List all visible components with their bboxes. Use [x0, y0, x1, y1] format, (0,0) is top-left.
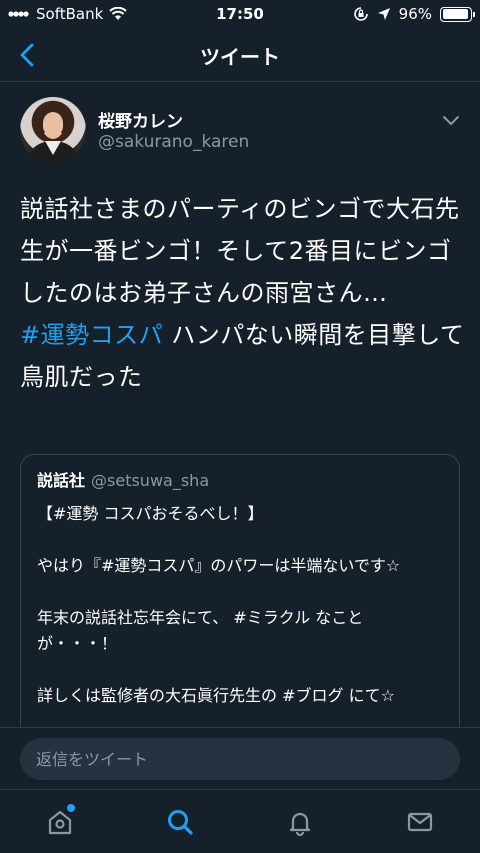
tweet-menu-button[interactable] [442, 112, 462, 126]
quoted-tweet-text: 【#運勢 コスパおそるべし！】やはり『#運勢コスパ』のパワーは半端ないです☆ 年末… [37, 501, 443, 709]
avatar[interactable] [20, 97, 86, 163]
quoted-line-2: やはり『#運勢コスパ』のパワーは半端ないです☆ [37, 556, 401, 575]
chevron-down-icon [443, 116, 459, 126]
quoted-author-name: 説話社 [37, 471, 86, 490]
orientation-lock-icon [353, 7, 368, 21]
battery-percent: 96% [398, 5, 432, 23]
quoted-line-3: 年末の説話社忘年会にて、 #ミラクル なことが・・・！ [37, 608, 364, 653]
battery-icon [440, 6, 475, 22]
tab-messages[interactable] [400, 804, 440, 840]
new-content-dot [67, 804, 75, 812]
author-display-name[interactable]: 桜野カレン [98, 107, 183, 132]
quoted-line-1: 【#運勢 コスパおそるべし！】 [37, 504, 264, 523]
bell-icon [289, 812, 311, 837]
tweet-text: 説話社さまのパーティのビンゴで大石先生が一番ビンゴ！そして2番目にビンゴしたのは… [20, 188, 472, 398]
tab-bar [0, 789, 480, 853]
reply-input[interactable] [20, 738, 460, 780]
location-icon [377, 8, 390, 20]
status-bar: SoftBank 17:50 96% [0, 0, 480, 28]
author-handle[interactable]: @sakurano_karen [98, 132, 249, 152]
search-icon [168, 810, 193, 835]
tab-notifications[interactable] [280, 804, 320, 840]
tab-home[interactable] [40, 804, 80, 840]
navigation-bar: ツイート [0, 28, 480, 82]
quoted-tweet[interactable]: 説話社 @setsuwa_sha 【#運勢 コスパおそるべし！】やはり『#運勢コス… [20, 454, 460, 727]
quoted-line-4: 詳しくは監修者の大石眞行先生の #ブログ にて☆ [37, 686, 395, 705]
tweet-detail: 桜野カレン @sakurano_karen 説話社さまのパーティのビンゴで大石先… [0, 82, 480, 727]
quoted-author-handle: @setsuwa_sha [91, 471, 210, 490]
tweet-text-main: 説話社さまのパーティのビンゴで大石先生が一番ビンゴ！そして2番目にビンゴしたのは… [20, 195, 460, 307]
mail-icon [407, 812, 433, 832]
page-title: ツイート [200, 45, 280, 69]
reply-bar [0, 727, 480, 789]
hashtag-link[interactable]: #運勢コスパ [20, 321, 163, 349]
tab-search[interactable] [160, 804, 200, 840]
